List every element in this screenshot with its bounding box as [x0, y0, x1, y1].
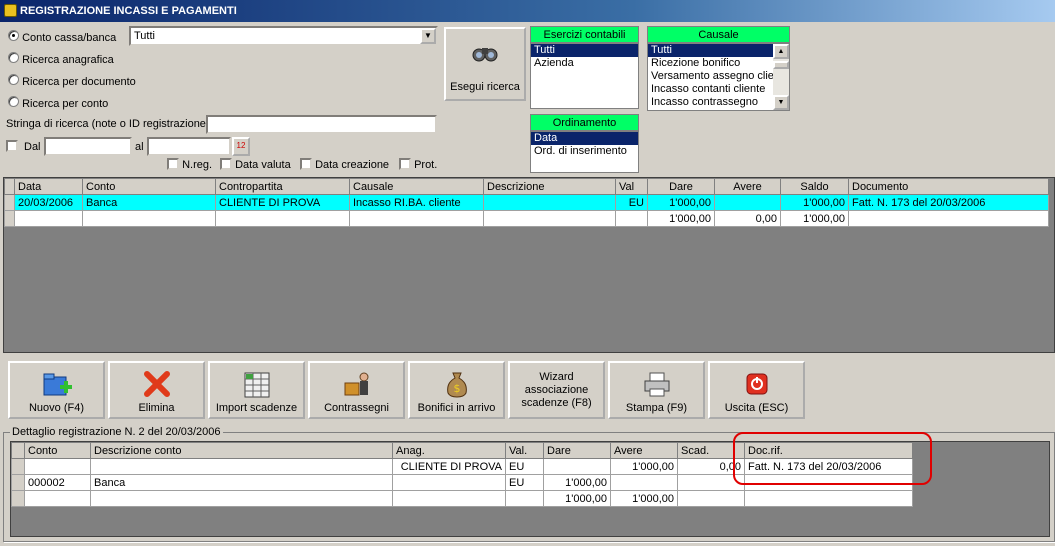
printer-icon — [644, 372, 669, 397]
causale-item[interactable]: Incasso contrassegno — [648, 96, 774, 109]
col-header[interactable]: Causale — [349, 178, 484, 195]
prot-checkbox[interactable]: Prot. — [399, 158, 437, 173]
col-header[interactable]: Avere — [714, 178, 781, 195]
radio-conto-cassa[interactable]: Conto cassa/banca — [8, 30, 116, 44]
data-creazione-checkbox[interactable]: Data creazione — [300, 158, 389, 173]
app-icon — [4, 4, 17, 17]
nuovo-button[interactable]: Nuovo (F4) — [8, 361, 105, 419]
spreadsheet-icon — [244, 372, 269, 398]
money-bag-icon: $ — [446, 372, 467, 398]
dal-checkbox[interactable] — [6, 140, 18, 155]
col-header[interactable]: Val — [615, 178, 648, 195]
col-header[interactable]: Saldo — [780, 178, 849, 195]
al-date-input[interactable] — [147, 137, 231, 156]
esegui-ricerca-button[interactable]: Esegui ricerca — [444, 27, 526, 101]
ordinamento-item[interactable]: Ord. di inserimento — [531, 145, 638, 158]
causale-header: Causale — [647, 26, 790, 43]
col-header[interactable]: Anag. — [392, 442, 506, 459]
esegui-ricerca-label: Esegui ricerca — [450, 81, 520, 93]
esercizi-list[interactable]: Tutti Azienda — [530, 43, 639, 109]
svg-text:$: $ — [453, 382, 460, 395]
radio-conto[interactable]: Ricerca per conto — [8, 96, 108, 110]
ordinamento-list[interactable]: Data Ord. di inserimento — [530, 131, 639, 173]
col-header[interactable]: Conto — [82, 178, 216, 195]
title-bar: REGISTRAZIONE INCASSI E PAGAMENTI — [0, 0, 1055, 22]
main-table-header: Data Conto Contropartita Causale Descriz… — [4, 178, 1049, 195]
ordinamento-header: Ordinamento — [530, 114, 639, 131]
radio-documento[interactable]: Ricerca per documento — [8, 74, 136, 88]
window-title: REGISTRAZIONE INCASSI E PAGAMENTI — [20, 5, 237, 17]
stampa-button[interactable]: Stampa (F9) — [608, 361, 705, 419]
causale-item[interactable]: Tutti — [648, 44, 774, 57]
uscita-button[interactable]: Uscita (ESC) — [708, 361, 805, 419]
courier-icon — [344, 372, 368, 396]
stringa-label: Stringa di ricerca (note o ID registrazi… — [6, 118, 210, 130]
cassa-select[interactable]: Tutti ▼ — [129, 26, 438, 46]
causale-item[interactable]: Incasso contanti cliente — [648, 83, 774, 96]
col-header[interactable]: Contropartita — [215, 178, 350, 195]
esercizi-header: Esercizi contabili — [530, 26, 639, 43]
table-row-totals: 1'000,00 0,00 1'000,00 — [4, 210, 1049, 227]
data-valuta-checkbox[interactable]: Data valuta — [220, 158, 291, 173]
calendar-icon[interactable]: 12 — [232, 137, 250, 156]
scroll-down-icon[interactable]: ▼ — [773, 95, 789, 110]
causale-list[interactable]: Tutti Ricezione bonifico Versamento asse… — [647, 43, 790, 111]
radio-anagrafica[interactable]: Ricerca anagrafica — [8, 52, 114, 66]
contrassegni-button[interactable]: Contrassegni — [308, 361, 405, 419]
col-header[interactable]: Avere — [610, 442, 678, 459]
nreg-checkbox[interactable]: N.reg. — [167, 158, 212, 173]
detail-title: Dettaglio registrazione N. 2 del 20/03/2… — [10, 426, 223, 438]
scroll-up-icon[interactable]: ▲ — [773, 44, 789, 59]
esercizi-item[interactable]: Tutti — [531, 44, 638, 57]
col-header[interactable]: Descrizione — [483, 178, 616, 195]
dal-label: Dal — [24, 141, 41, 153]
main-table: Data Conto Contropartita Causale Descriz… — [4, 178, 1049, 227]
scroll-thumb[interactable] — [773, 61, 789, 69]
table-row[interactable]: 20/03/2006 Banca CLIENTE DI PROVA Incass… — [4, 194, 1049, 211]
causale-scrollbar[interactable]: ▲ ▼ — [773, 44, 789, 110]
col-header[interactable]: Data — [14, 178, 83, 195]
col-header[interactable]: Descrizione conto — [90, 442, 393, 459]
new-folder-icon — [43, 373, 72, 396]
col-header[interactable]: Dare — [647, 178, 715, 195]
delete-x-icon — [143, 371, 170, 397]
binoculars-icon — [472, 48, 498, 62]
elimina-button[interactable]: Elimina — [108, 361, 205, 419]
highlight-annotation — [733, 432, 932, 485]
col-header[interactable]: Val. — [505, 442, 544, 459]
col-header[interactable]: Documento — [848, 178, 1049, 195]
bonifici-button[interactable]: $ Bonifici in arrivo — [408, 361, 505, 419]
import-scadenze-button[interactable]: Import scadenze — [208, 361, 305, 419]
col-header[interactable]: Conto — [24, 442, 91, 459]
power-icon — [746, 373, 767, 395]
detail-row-totals: 1'000,00 1'000,00 — [11, 490, 913, 507]
causale-item[interactable]: Versamento assegno client — [648, 70, 774, 83]
causale-item[interactable]: Ricezione bonifico — [648, 57, 774, 70]
ordinamento-item[interactable]: Data — [531, 132, 638, 145]
chevron-down-icon[interactable]: ▼ — [420, 28, 436, 44]
stringa-input[interactable] — [206, 115, 437, 134]
dal-date-input[interactable] — [44, 137, 132, 156]
cassa-select-value: Tutti — [134, 30, 155, 42]
col-header[interactable]: Dare — [543, 442, 611, 459]
esercizi-item[interactable]: Azienda — [531, 57, 638, 70]
wizard-button[interactable]: Wizard associazione scadenze (F8) — [508, 361, 605, 419]
al-label: al — [135, 141, 144, 153]
